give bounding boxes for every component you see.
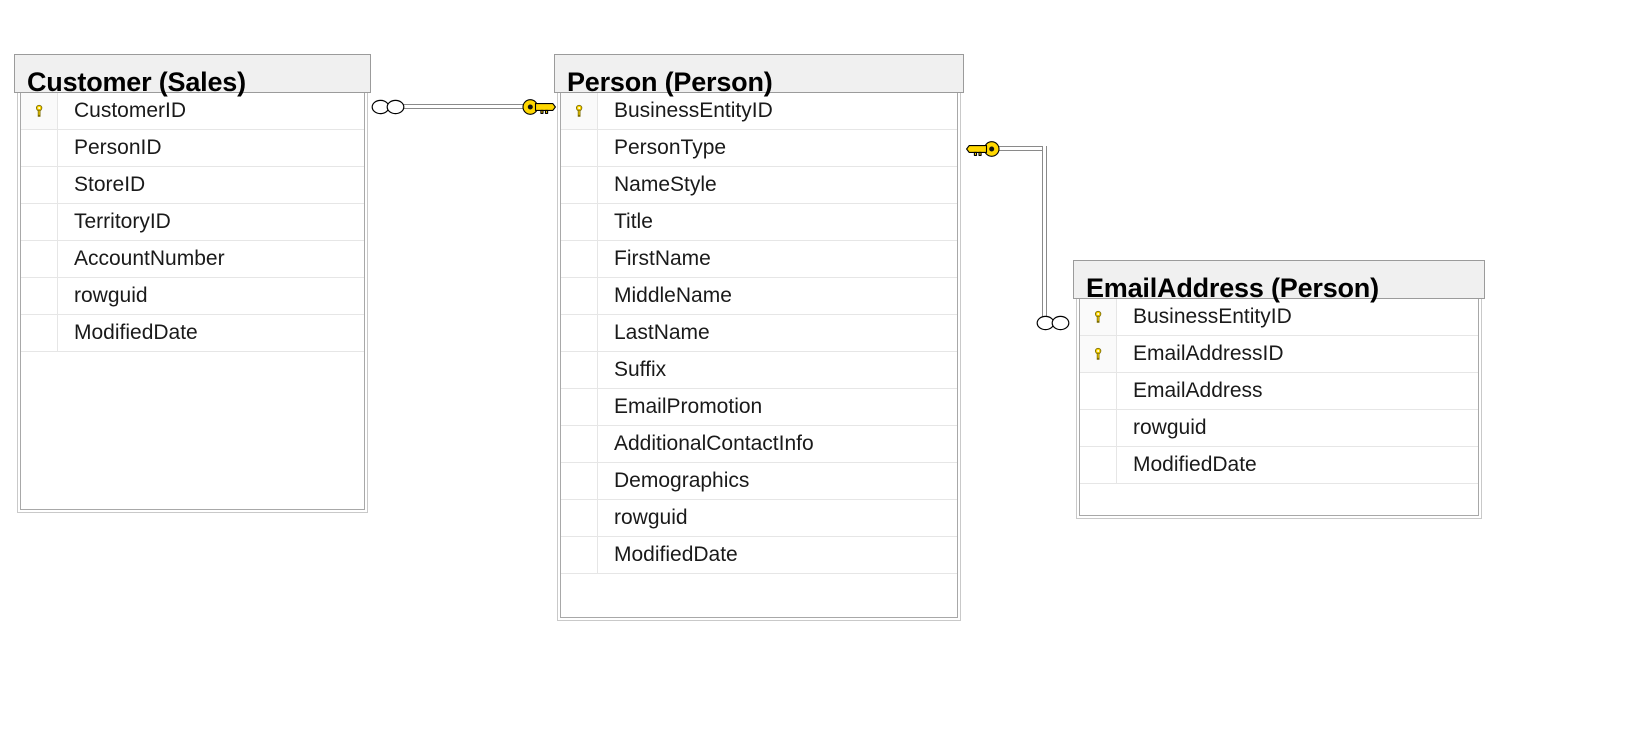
cardinality-many-end <box>1036 314 1070 337</box>
relationship-line-vertical <box>1042 146 1047 323</box>
relationship-one-key-icon <box>966 141 1000 157</box>
cardinality-one-end <box>966 139 1000 164</box>
relationship-many-circles-icon <box>1036 315 1070 331</box>
relationship-person-emailaddress[interactable] <box>0 0 1648 730</box>
er-diagram-canvas[interactable]: Customer (Sales) CustomerID PersonID StoreI… <box>0 0 1648 730</box>
relationship-line-horizontal <box>996 146 1047 151</box>
